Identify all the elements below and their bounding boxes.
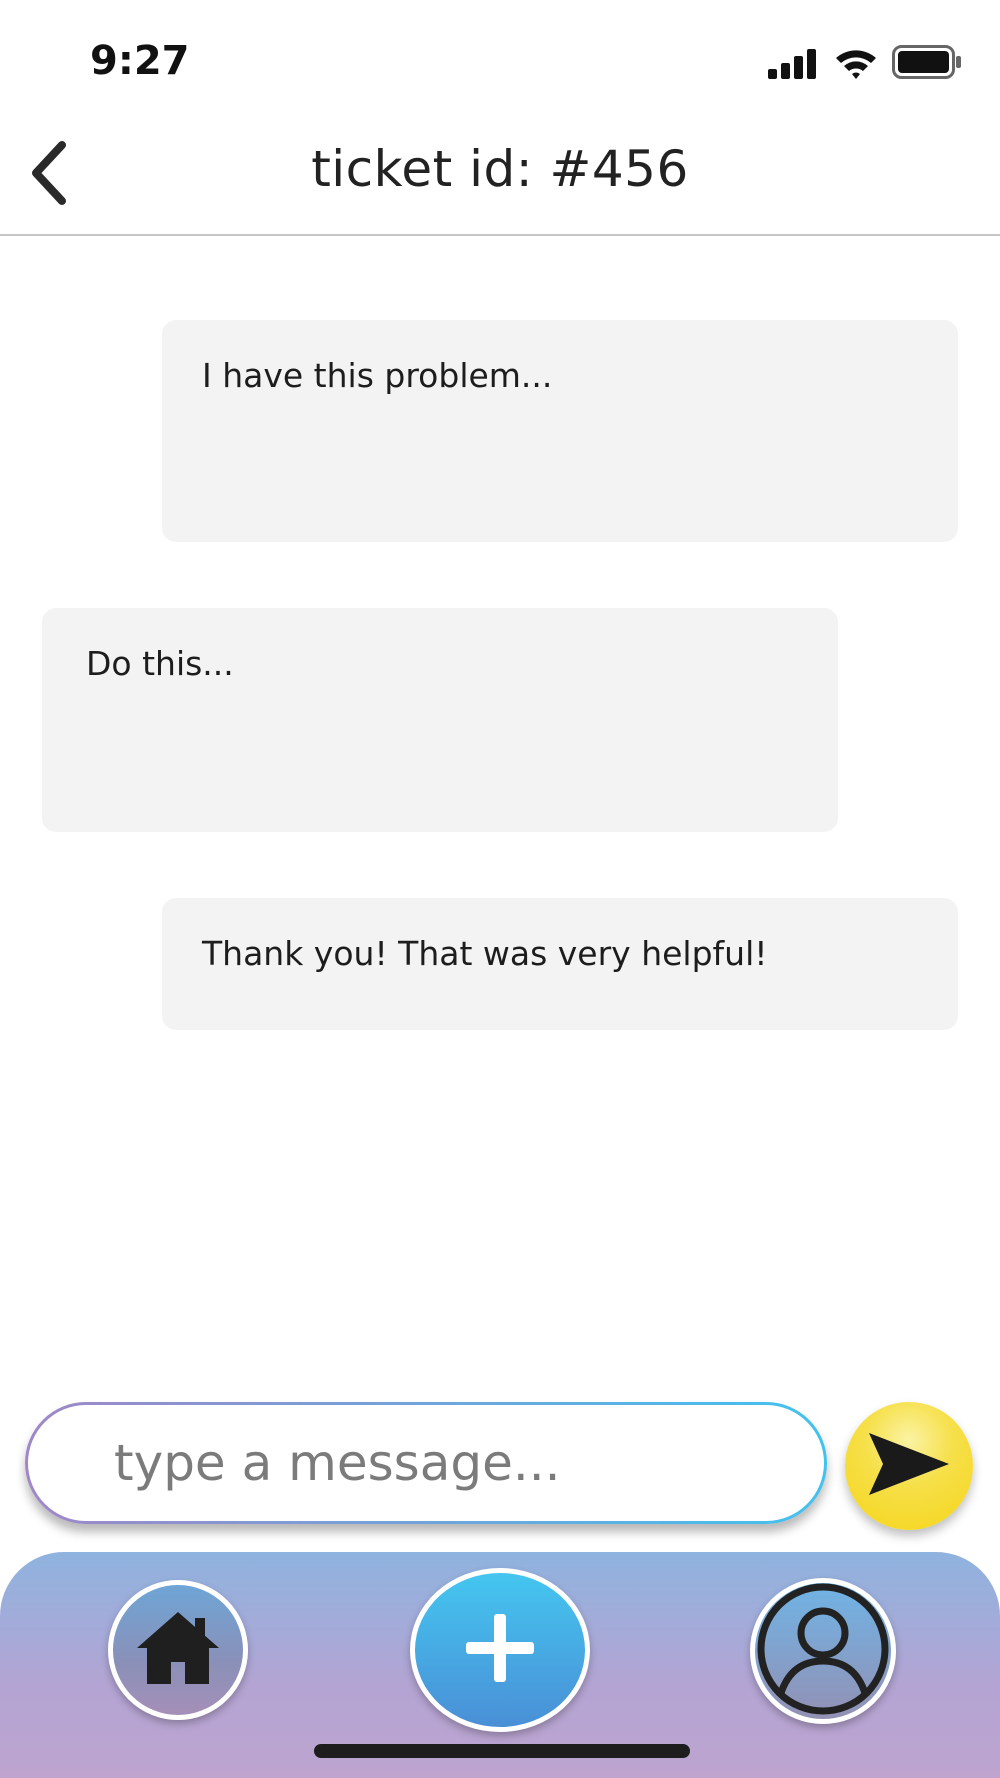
message-text: Do this...: [86, 644, 234, 683]
message-composer: [25, 1402, 827, 1524]
page-title: ticket id: #456: [311, 140, 689, 198]
nav-profile-button[interactable]: [750, 1578, 896, 1724]
wifi-icon: [834, 47, 878, 84]
message-text: I have this problem...: [202, 356, 553, 395]
send-icon: [865, 1429, 953, 1504]
header: ticket id: #456: [0, 120, 1000, 236]
user-icon: [755, 1581, 891, 1722]
message-bubble-sent: I have this problem...: [162, 320, 958, 542]
message-input[interactable]: [112, 1433, 756, 1493]
status-icons: [768, 44, 962, 84]
home-indicator: [314, 1744, 690, 1758]
message-text: Thank you! That was very helpful!: [202, 934, 768, 973]
ticket-chat-screen: 9:27 ticket id: #456 I have this problem…: [0, 0, 1000, 1778]
plus-icon: [464, 1612, 536, 1689]
battery-icon: [892, 45, 962, 84]
cellular-signal-icon: [768, 49, 820, 84]
nav-add-button[interactable]: [410, 1568, 590, 1732]
nav-home-button[interactable]: [108, 1580, 248, 1720]
home-icon: [133, 1608, 223, 1693]
send-button[interactable]: [845, 1402, 973, 1530]
status-time: 9:27: [90, 38, 190, 84]
message-input-wrapper: [28, 1405, 824, 1521]
message-bubble-sent: Thank you! That was very helpful!: [162, 898, 958, 1030]
message-bubble-received: Do this...: [42, 608, 838, 832]
